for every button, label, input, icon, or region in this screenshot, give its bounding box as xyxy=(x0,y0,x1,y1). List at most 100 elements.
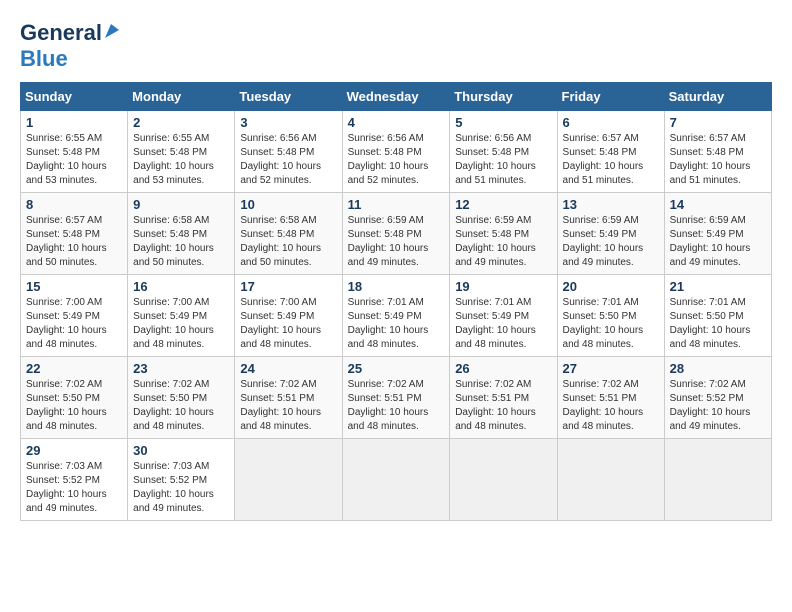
day-number: 14 xyxy=(670,197,766,212)
day-info: Sunrise: 6:56 AM Sunset: 5:48 PM Dayligh… xyxy=(240,132,336,188)
day-info: Sunrise: 6:57 AM Sunset: 5:48 PM Dayligh… xyxy=(670,132,766,188)
day-info: Sunrise: 7:02 AM Sunset: 5:51 PM Dayligh… xyxy=(563,378,659,434)
calendar-cell xyxy=(235,439,342,521)
day-number: 6 xyxy=(563,115,659,130)
logo-arrow-icon xyxy=(103,22,121,40)
calendar-week-row: 29 Sunrise: 7:03 AM Sunset: 5:52 PM Dayli… xyxy=(21,439,772,521)
col-header-thursday: Thursday xyxy=(450,83,557,111)
calendar-cell: 1 Sunrise: 6:55 AM Sunset: 5:48 PM Daylig… xyxy=(21,111,128,193)
day-number: 17 xyxy=(240,279,336,294)
calendar-cell: 26 Sunrise: 7:02 AM Sunset: 5:51 PM Dayli… xyxy=(450,357,557,439)
day-info: Sunrise: 7:02 AM Sunset: 5:51 PM Dayligh… xyxy=(348,378,445,434)
day-number: 23 xyxy=(133,361,229,376)
day-info: Sunrise: 7:02 AM Sunset: 5:51 PM Dayligh… xyxy=(455,378,551,434)
day-number: 24 xyxy=(240,361,336,376)
calendar-cell: 4 Sunrise: 6:56 AM Sunset: 5:48 PM Daylig… xyxy=(342,111,450,193)
day-info: Sunrise: 7:02 AM Sunset: 5:52 PM Dayligh… xyxy=(670,378,766,434)
day-number: 3 xyxy=(240,115,336,130)
day-number: 22 xyxy=(26,361,122,376)
calendar-cell: 11Sunrise: 6:59 AM Sunset: 5:48 PM Dayli… xyxy=(342,193,450,275)
day-number: 7 xyxy=(670,115,766,130)
day-info: Sunrise: 7:01 AM Sunset: 5:50 PM Dayligh… xyxy=(670,296,766,352)
day-number: 28 xyxy=(670,361,766,376)
day-info: Sunrise: 7:03 AM Sunset: 5:52 PM Dayligh… xyxy=(26,460,122,516)
day-number: 9 xyxy=(133,197,229,212)
calendar-cell: 17 Sunrise: 7:00 AM Sunset: 5:49 PM Dayli… xyxy=(235,275,342,357)
calendar-cell xyxy=(664,439,771,521)
calendar-cell: 19 Sunrise: 7:01 AM Sunset: 5:49 PM Dayli… xyxy=(450,275,557,357)
col-header-sunday: Sunday xyxy=(21,83,128,111)
logo-blue: Blue xyxy=(20,46,68,71)
calendar-cell: 7 Sunrise: 6:57 AM Sunset: 5:48 PM Daylig… xyxy=(664,111,771,193)
day-info: Sunrise: 6:57 AM Sunset: 5:48 PM Dayligh… xyxy=(26,214,122,270)
calendar-week-row: 8 Sunrise: 6:57 AM Sunset: 5:48 PM Daylig… xyxy=(21,193,772,275)
col-header-wednesday: Wednesday xyxy=(342,83,450,111)
calendar-cell: 2 Sunrise: 6:55 AM Sunset: 5:48 PM Daylig… xyxy=(128,111,235,193)
calendar-week-row: 1 Sunrise: 6:55 AM Sunset: 5:48 PM Daylig… xyxy=(21,111,772,193)
calendar-cell: 10 Sunrise: 6:58 AM Sunset: 5:48 PM Dayli… xyxy=(235,193,342,275)
calendar-cell: 13Sunrise: 6:59 AM Sunset: 5:49 PM Dayli… xyxy=(557,193,664,275)
day-number: 18 xyxy=(348,279,445,294)
calendar-cell: 29 Sunrise: 7:03 AM Sunset: 5:52 PM Dayli… xyxy=(21,439,128,521)
logo: General Blue xyxy=(20,20,121,72)
col-header-tuesday: Tuesday xyxy=(235,83,342,111)
page-header: General Blue xyxy=(20,20,772,72)
calendar-cell: 5Sunrise: 6:56 AM Sunset: 5:48 PM Daylig… xyxy=(450,111,557,193)
day-number: 8 xyxy=(26,197,122,212)
day-info: Sunrise: 6:55 AM Sunset: 5:48 PM Dayligh… xyxy=(26,132,122,188)
day-info: Sunrise: 7:02 AM Sunset: 5:50 PM Dayligh… xyxy=(133,378,229,434)
day-info: Sunrise: 6:58 AM Sunset: 5:48 PM Dayligh… xyxy=(133,214,229,270)
calendar-cell: 6 Sunrise: 6:57 AM Sunset: 5:48 PM Daylig… xyxy=(557,111,664,193)
day-info: Sunrise: 7:01 AM Sunset: 5:49 PM Dayligh… xyxy=(455,296,551,352)
calendar-cell: 16 Sunrise: 7:00 AM Sunset: 5:49 PM Dayli… xyxy=(128,275,235,357)
day-number: 19 xyxy=(455,279,551,294)
day-info: Sunrise: 7:00 AM Sunset: 5:49 PM Dayligh… xyxy=(240,296,336,352)
calendar-cell: 8 Sunrise: 6:57 AM Sunset: 5:48 PM Daylig… xyxy=(21,193,128,275)
header-row: SundayMondayTuesdayWednesdayThursdayFrid… xyxy=(21,83,772,111)
calendar-cell: 21 Sunrise: 7:01 AM Sunset: 5:50 PM Dayli… xyxy=(664,275,771,357)
day-info: Sunrise: 7:02 AM Sunset: 5:51 PM Dayligh… xyxy=(240,378,336,434)
calendar-cell: 3 Sunrise: 6:56 AM Sunset: 5:48 PM Daylig… xyxy=(235,111,342,193)
day-info: Sunrise: 7:02 AM Sunset: 5:50 PM Dayligh… xyxy=(26,378,122,434)
calendar-table: SundayMondayTuesdayWednesdayThursdayFrid… xyxy=(20,82,772,521)
day-number: 2 xyxy=(133,115,229,130)
day-info: Sunrise: 6:58 AM Sunset: 5:48 PM Dayligh… xyxy=(240,214,336,270)
calendar-cell xyxy=(557,439,664,521)
day-number: 21 xyxy=(670,279,766,294)
day-number: 4 xyxy=(348,115,445,130)
calendar-cell: 18Sunrise: 7:01 AM Sunset: 5:49 PM Dayli… xyxy=(342,275,450,357)
day-number: 15 xyxy=(26,279,122,294)
day-number: 5 xyxy=(455,115,551,130)
calendar-cell: 20Sunrise: 7:01 AM Sunset: 5:50 PM Dayli… xyxy=(557,275,664,357)
day-number: 29 xyxy=(26,443,122,458)
col-header-saturday: Saturday xyxy=(664,83,771,111)
day-info: Sunrise: 6:59 AM Sunset: 5:48 PM Dayligh… xyxy=(455,214,551,270)
day-number: 27 xyxy=(563,361,659,376)
day-number: 10 xyxy=(240,197,336,212)
day-info: Sunrise: 6:57 AM Sunset: 5:48 PM Dayligh… xyxy=(563,132,659,188)
calendar-cell: 15Sunrise: 7:00 AM Sunset: 5:49 PM Dayli… xyxy=(21,275,128,357)
calendar-week-row: 15 Sunrise: 7:00 AM Sunset: 5:49 PM Dayli… xyxy=(21,275,772,357)
calendar-cell: 27 Sunrise: 7:02 AM Sunset: 5:51 PM Dayli… xyxy=(557,357,664,439)
day-number: 25 xyxy=(348,361,445,376)
day-info: Sunrise: 7:01 AM Sunset: 5:50 PM Dayligh… xyxy=(563,296,659,352)
col-header-monday: Monday xyxy=(128,83,235,111)
day-number: 30 xyxy=(133,443,229,458)
day-number: 26 xyxy=(455,361,551,376)
calendar-cell xyxy=(342,439,450,521)
day-number: 1 xyxy=(26,115,122,130)
calendar-cell: 30Sunrise: 7:03 AM Sunset: 5:52 PM Dayli… xyxy=(128,439,235,521)
calendar-week-row: 22 Sunrise: 7:02 AM Sunset: 5:50 PM Dayli… xyxy=(21,357,772,439)
calendar-cell: 24 Sunrise: 7:02 AM Sunset: 5:51 PM Dayli… xyxy=(235,357,342,439)
day-info: Sunrise: 6:56 AM Sunset: 5:48 PM Dayligh… xyxy=(348,132,445,188)
col-header-friday: Friday xyxy=(557,83,664,111)
day-info: Sunrise: 6:55 AM Sunset: 5:48 PM Dayligh… xyxy=(133,132,229,188)
calendar-cell: 12Sunrise: 6:59 AM Sunset: 5:48 PM Dayli… xyxy=(450,193,557,275)
day-number: 16 xyxy=(133,279,229,294)
day-info: Sunrise: 7:00 AM Sunset: 5:49 PM Dayligh… xyxy=(133,296,229,352)
calendar-cell xyxy=(450,439,557,521)
day-info: Sunrise: 6:59 AM Sunset: 5:49 PM Dayligh… xyxy=(563,214,659,270)
calendar-cell: 9 Sunrise: 6:58 AM Sunset: 5:48 PM Daylig… xyxy=(128,193,235,275)
calendar-cell: 14 Sunrise: 6:59 AM Sunset: 5:49 PM Dayli… xyxy=(664,193,771,275)
day-info: Sunrise: 6:59 AM Sunset: 5:49 PM Dayligh… xyxy=(670,214,766,270)
